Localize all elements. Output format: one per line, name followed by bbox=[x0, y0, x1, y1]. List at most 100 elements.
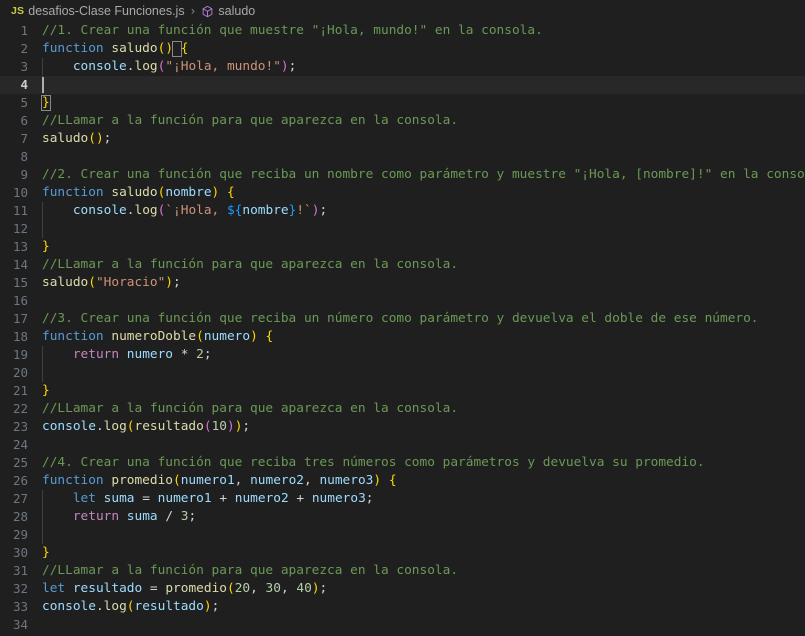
code-line-content: let suma = numero1 + numero2 + numero3; bbox=[38, 490, 805, 508]
chevron-right-icon: › bbox=[190, 4, 196, 18]
code-line[interactable]: 17 //3. Crear una función que reciba un n… bbox=[0, 310, 805, 328]
code-line-content: //3. Crear una función que reciba un núm… bbox=[38, 310, 805, 328]
code-line[interactable]: 34 bbox=[0, 616, 805, 634]
code-token: resultado bbox=[134, 419, 204, 434]
code-line[interactable]: 31 //LLamar a la función para que aparezc… bbox=[0, 562, 805, 580]
code-token: . bbox=[95, 599, 104, 614]
code-line[interactable]: 5} bbox=[0, 94, 805, 112]
code-line[interactable]: 10 function saludo(nombre) { bbox=[0, 184, 805, 202]
code-token: ( bbox=[88, 131, 96, 146]
code-line[interactable]: 4 bbox=[0, 76, 805, 94]
code-line[interactable]: 24 bbox=[0, 436, 805, 454]
code-token: promedio bbox=[165, 581, 227, 596]
code-line[interactable]: 7 saludo(); bbox=[0, 130, 805, 148]
line-number: 19 bbox=[12, 347, 28, 362]
code-line[interactable]: 32 let resultado = promedio(20, 30, 40); bbox=[0, 580, 805, 598]
code-line[interactable]: 23 console.log(resultado(10)); bbox=[0, 418, 805, 436]
line-number: 14 bbox=[12, 257, 28, 272]
code-line[interactable]: 6 //LLamar a la función para que aparezca… bbox=[0, 112, 805, 130]
code-token: //2. Crear una función que reciba un nom… bbox=[42, 167, 805, 182]
line-number: 7 bbox=[20, 131, 28, 146]
code-token: nombre bbox=[242, 203, 289, 218]
code-line[interactable]: 12 bbox=[0, 220, 805, 238]
code-line[interactable]: 29 bbox=[0, 526, 805, 544]
code-token: ; bbox=[319, 203, 328, 218]
line-number: 20 bbox=[12, 365, 28, 380]
code-token: ) bbox=[250, 329, 258, 344]
code-token: resultado bbox=[134, 599, 204, 614]
code-lines: 1 //1. Crear una función que muestre "¡Ho… bbox=[0, 22, 805, 634]
code-line[interactable]: 9 //2. Crear una función que reciba un no… bbox=[0, 166, 805, 184]
code-line-content: function saludo() { bbox=[38, 40, 805, 58]
code-line[interactable]: 19 return numero * 2; bbox=[0, 346, 805, 364]
code-token: "Horacio" bbox=[95, 275, 166, 290]
code-token: ) bbox=[373, 473, 382, 488]
code-token: { bbox=[180, 41, 189, 56]
code-token: , bbox=[234, 473, 251, 488]
code-line-content: return numero * 2; bbox=[38, 346, 805, 364]
code-token: ) bbox=[165, 275, 174, 290]
code-line[interactable]: 18 function numeroDoble(numero) { bbox=[0, 328, 805, 346]
line-number: 32 bbox=[12, 581, 28, 596]
breadcrumb-item-symbol[interactable]: saludo bbox=[199, 4, 257, 18]
code-line[interactable]: 27 let suma = numero1 + numero2 + numero… bbox=[0, 490, 805, 508]
code-line[interactable]: 30} bbox=[0, 544, 805, 562]
code-token: "¡Hola, mundo!" bbox=[165, 59, 281, 74]
code-token: 30 bbox=[265, 581, 281, 596]
line-number: 16 bbox=[12, 293, 28, 308]
code-token: function bbox=[42, 473, 104, 488]
code-line-content bbox=[38, 364, 805, 382]
code-line[interactable]: 14 //LLamar a la función para que aparezc… bbox=[0, 256, 805, 274]
code-line[interactable]: 21} bbox=[0, 382, 805, 400]
code-token: ) bbox=[95, 131, 104, 146]
code-line-content bbox=[38, 292, 805, 310]
code-token: ; bbox=[188, 509, 197, 524]
code-line[interactable]: 25 //4. Crear una función que reciba tres… bbox=[0, 454, 805, 472]
code-token: ( bbox=[88, 275, 96, 290]
code-token: } bbox=[42, 545, 50, 560]
code-line[interactable]: 28 return suma / 3; bbox=[0, 508, 805, 526]
code-line[interactable]: 13} bbox=[0, 238, 805, 256]
code-token: resultado bbox=[72, 581, 143, 596]
code-token: nombre bbox=[165, 185, 212, 200]
code-token: log bbox=[103, 419, 127, 434]
code-line[interactable]: 22 //LLamar a la función para que aparezc… bbox=[0, 400, 805, 418]
code-token: , bbox=[280, 581, 297, 596]
code-line[interactable]: 8 bbox=[0, 148, 805, 166]
line-number: 27 bbox=[12, 491, 28, 506]
code-line[interactable]: 3 console.log("¡Hola, mundo!"); bbox=[0, 58, 805, 76]
line-number: 30 bbox=[12, 545, 28, 560]
line-number: 28 bbox=[12, 509, 28, 524]
code-line[interactable]: 20 bbox=[0, 364, 805, 382]
code-line-content: } bbox=[38, 382, 805, 400]
breadcrumb-file-name: desafios-Clase Funciones.js bbox=[28, 4, 185, 18]
code-token: !` bbox=[296, 203, 312, 218]
code-line[interactable]: 2 function saludo() { bbox=[0, 40, 805, 58]
code-line[interactable]: 11 console.log(`¡Hola, ${nombre}!`); bbox=[0, 202, 805, 220]
code-token: log bbox=[103, 599, 127, 614]
code-line-content: function promedio(numero1, numero2, nume… bbox=[38, 472, 805, 490]
code-line[interactable]: 15 saludo("Horacio"); bbox=[0, 274, 805, 292]
code-line[interactable]: 1 //1. Crear una función que muestre "¡Ho… bbox=[0, 22, 805, 40]
code-token: return bbox=[72, 347, 120, 362]
code-token: numero1 bbox=[157, 491, 212, 506]
code-token: } bbox=[42, 239, 50, 254]
code-token: function bbox=[42, 185, 104, 200]
code-line[interactable]: 33 console.log(resultado); bbox=[0, 598, 805, 616]
code-line[interactable]: 16 bbox=[0, 292, 805, 310]
code-line-content: console.log(`¡Hola, ${nombre}!`); bbox=[38, 202, 805, 220]
code-token: ( bbox=[196, 329, 204, 344]
code-token: console bbox=[72, 203, 127, 218]
code-line[interactable]: 26 function promedio(numero1, numero2, nu… bbox=[0, 472, 805, 490]
line-number: 8 bbox=[20, 149, 28, 164]
code-editor[interactable]: 1 //1. Crear una función que muestre "¡Ho… bbox=[0, 22, 805, 636]
breadcrumb-item-file[interactable]: JS desafios-Clase Funciones.js bbox=[9, 4, 187, 18]
code-token: numero bbox=[203, 329, 251, 344]
